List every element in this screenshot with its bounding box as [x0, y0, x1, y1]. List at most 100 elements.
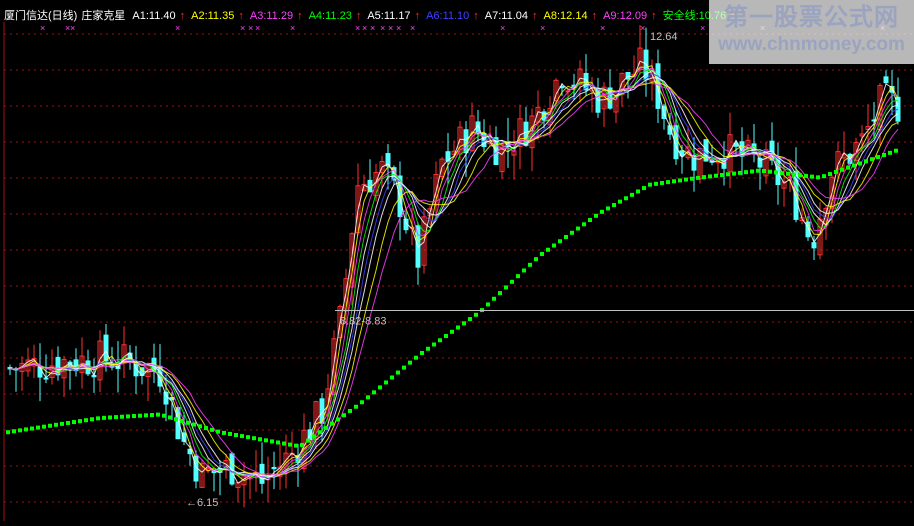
candle-down	[811, 242, 817, 249]
signal-marker: ×	[290, 23, 295, 33]
safety-line-dot	[642, 186, 646, 191]
safety-line-dot	[876, 155, 880, 160]
average-value-5: A5:11.17	[367, 10, 411, 22]
safety-line-dot	[42, 424, 46, 429]
safety-line-dot	[162, 413, 166, 418]
indicator-header: 厦门信达(日线) 庄家克星 A1:11.40 ↑ A2:11.35 ↑ A3:11.29 ↑…	[4, 8, 746, 24]
up-arrow-icon: ↑	[414, 10, 421, 22]
safety-line-dot	[708, 174, 712, 179]
candle-down	[883, 76, 889, 84]
safety-line-dot	[438, 338, 442, 343]
safety-line-dot	[6, 430, 10, 435]
safety-line-dot	[540, 251, 544, 256]
moving-average-line	[9, 69, 899, 480]
safety-line-dot	[846, 165, 850, 170]
safety-line-dot	[408, 360, 412, 365]
safety-line-dot	[624, 196, 628, 201]
chart-canvas[interactable]: 8.82-8.8312.64←6.15×××××××××××××××××××××…	[0, 0, 914, 521]
signal-marker: ×	[40, 23, 45, 33]
moving-average-line	[9, 60, 899, 485]
safety-line-dot	[282, 441, 286, 446]
safety-line-dot	[216, 429, 220, 434]
safety-line-dot	[12, 429, 16, 434]
safety-line-dot	[102, 415, 106, 420]
safety-line-dot	[294, 443, 298, 448]
safety-line-dot	[804, 173, 808, 178]
safety-line-dot	[834, 169, 838, 174]
safety-line-dot	[744, 170, 748, 175]
safety-line-dot	[210, 427, 214, 432]
safety-line-dot	[756, 168, 760, 173]
safety-line-dot	[222, 430, 226, 435]
low-label: ←6.15	[186, 497, 218, 509]
signal-marker: ×	[500, 23, 505, 33]
safety-line-dot	[606, 206, 610, 211]
safety-line-dot	[666, 180, 670, 185]
safety-line-dot	[366, 395, 370, 400]
up-arrow-icon: ↑	[651, 10, 657, 22]
safety-line-dot	[810, 174, 814, 179]
safety-line-dot	[78, 419, 82, 424]
kline-chart[interactable]: 8.82-8.8312.64←6.15×××××××××××××××××××××…	[0, 0, 914, 521]
safety-line-dot	[852, 163, 856, 168]
safety-line-dot	[60, 421, 64, 426]
moving-average-line	[9, 64, 899, 482]
safety-line-dot	[66, 420, 70, 425]
signal-marker: ×	[540, 23, 545, 33]
safety-line-dot	[300, 442, 304, 447]
candle-down	[103, 334, 109, 362]
safety-line-dot	[750, 169, 754, 174]
safety-line-dot	[390, 375, 394, 380]
safety-line-dot	[534, 257, 538, 262]
safety-line-dot	[192, 422, 196, 427]
safety-line-dot	[858, 161, 862, 166]
safety-line-dot	[306, 438, 310, 443]
safety-line-dot	[714, 173, 718, 178]
safety-line-dot	[312, 434, 316, 439]
safety-line-dot	[384, 380, 388, 385]
safety-line-dot	[738, 170, 742, 175]
safety-line-dot	[570, 230, 574, 235]
safety-line-dot	[486, 302, 490, 307]
safety-line-dot	[888, 150, 892, 155]
average-value-2: A2:11.35	[191, 10, 235, 22]
stock-title: 厦门信达(日线)	[4, 10, 78, 22]
safety-line-dot	[774, 170, 778, 175]
safety-line-dot	[600, 209, 604, 214]
safety-line-dot	[336, 417, 340, 422]
signal-marker: ×	[700, 23, 705, 33]
safety-line-dot	[522, 268, 526, 273]
safety-line-dot	[180, 419, 184, 424]
safety-line-dot	[546, 247, 550, 252]
safety-line-dot	[144, 413, 148, 418]
up-arrow-icon: ↑	[179, 10, 186, 22]
average-value-8: A8:12.14	[543, 10, 588, 22]
safety-line-dot	[246, 435, 250, 440]
safety-line-dot	[732, 171, 736, 176]
safety-line-dot	[456, 325, 460, 330]
safety-line-dot	[474, 312, 478, 317]
safety-line-dot	[840, 167, 844, 172]
safety-line-dot	[612, 203, 616, 208]
safety-line-dot	[108, 415, 112, 420]
safety-line-dot	[132, 414, 136, 419]
signal-marker: ×	[370, 23, 375, 33]
signal-marker: ×	[362, 23, 367, 33]
safety-line-dot	[510, 279, 514, 284]
safety-line-dot	[396, 370, 400, 375]
signal-marker: ×	[355, 23, 360, 33]
safety-line-dot	[894, 148, 898, 153]
safety-line-dot	[114, 415, 118, 420]
signal-marker: ×	[396, 23, 401, 33]
safety-line-dot	[96, 416, 100, 421]
signal-marker: ×	[380, 23, 385, 33]
safety-line-dot	[156, 412, 160, 417]
safety-line-dot	[264, 438, 268, 443]
safety-line-dot	[564, 235, 568, 240]
safety-line-dot	[630, 192, 634, 197]
signal-marker: ×	[70, 23, 75, 33]
safety-line-dot	[588, 218, 592, 223]
signal-marker: ×	[175, 23, 180, 33]
indicator-name: 庄家克星	[81, 10, 126, 22]
safety-line-dot	[198, 424, 202, 429]
